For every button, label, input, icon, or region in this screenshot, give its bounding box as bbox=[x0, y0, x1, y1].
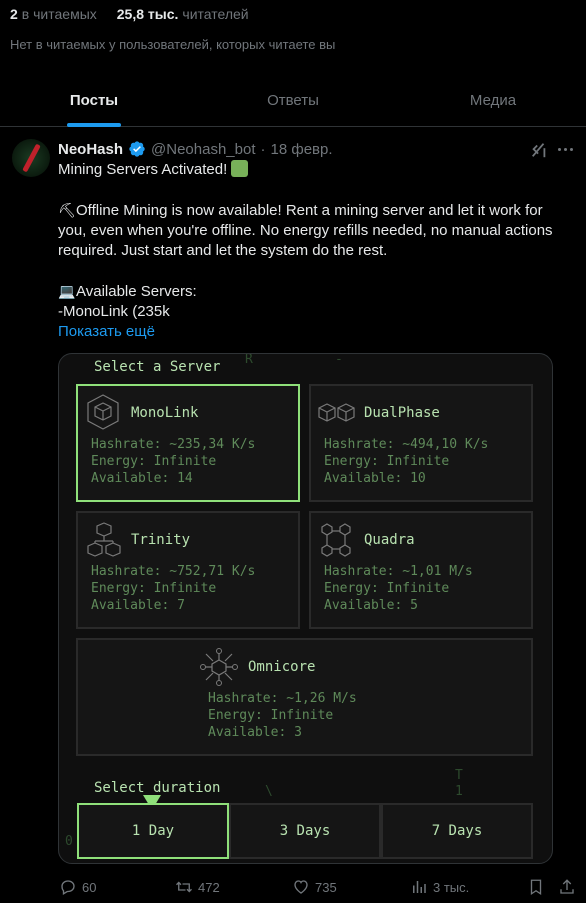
server-card-dualphase[interactable]: DualPhase Hashrate: ~494,10 K/s Energy: … bbox=[309, 384, 533, 502]
triple-cube-icon bbox=[87, 522, 121, 557]
pickaxe-emoji-icon: ⛏ bbox=[58, 202, 76, 218]
more-options-icon[interactable] bbox=[558, 148, 573, 151]
mutual-followers-note: Нет в читаемых у пользователей, которых … bbox=[10, 37, 336, 52]
bookmark-icon bbox=[530, 879, 542, 896]
author-handle[interactable]: @Neohash_bot bbox=[151, 141, 255, 158]
select-duration-heading: Select duration bbox=[94, 780, 221, 796]
green-square-icon bbox=[231, 160, 249, 177]
avatar[interactable] bbox=[12, 139, 50, 177]
server-card-quadra[interactable]: Quadra Hashrate: ~1,01 M/s Energy: Infin… bbox=[309, 511, 533, 629]
verified-badge-icon[interactable] bbox=[128, 140, 146, 158]
analytics-icon bbox=[413, 881, 426, 893]
post-header: NeoHash @Neohash_bot · 18 февр. bbox=[58, 140, 333, 158]
duration-1-day[interactable]: 1 Day bbox=[77, 803, 229, 859]
profile-stats: 2в читаемых 25,8 тыс. читателей bbox=[10, 6, 249, 22]
network-cube-icon bbox=[200, 648, 238, 686]
post-date[interactable]: 18 февр. bbox=[271, 141, 333, 158]
author-name[interactable]: NeoHash bbox=[58, 141, 123, 158]
reply-button[interactable]: 60 bbox=[59, 878, 96, 896]
tab-replies[interactable]: Ответы bbox=[258, 75, 328, 126]
followers-stat[interactable]: 25,8 тыс. читателей bbox=[117, 6, 249, 22]
show-more-link[interactable]: Показать ещё bbox=[58, 323, 155, 340]
laptop-emoji-icon: 💻 bbox=[58, 283, 76, 299]
hexagon-cube-icon bbox=[87, 394, 119, 430]
following-stat[interactable]: 2в читаемых bbox=[10, 6, 97, 22]
server-card-trinity[interactable]: Trinity Hashrate: ~752,71 K/s Energy: In… bbox=[76, 511, 300, 629]
like-button[interactable]: 735 bbox=[292, 878, 337, 896]
pickaxe-icon bbox=[22, 143, 41, 173]
tab-media[interactable]: Медиа bbox=[460, 75, 526, 126]
views-button[interactable]: 3 тыс. bbox=[410, 878, 469, 896]
server-card-monolink[interactable]: MonoLink Hashrate: ~235,34 K/s Energy: I… bbox=[76, 384, 300, 502]
select-server-heading: Select a Server bbox=[94, 359, 221, 375]
profile-tabs: Посты Ответы Медиа bbox=[0, 75, 586, 127]
share-icon bbox=[560, 879, 574, 894]
duration-3-days[interactable]: 3 Days bbox=[229, 803, 381, 859]
heart-icon bbox=[294, 880, 308, 894]
double-cube-icon bbox=[318, 403, 355, 422]
reply-icon bbox=[61, 880, 75, 895]
grok-icon[interactable] bbox=[530, 141, 548, 159]
quad-cube-icon bbox=[321, 523, 351, 557]
active-tab-indicator bbox=[67, 123, 121, 127]
repost-button[interactable]: 472 bbox=[175, 878, 220, 896]
share-button[interactable] bbox=[558, 878, 576, 896]
post-media-image[interactable]: R - T 1 \ 0 Select a Server MonoLink Has… bbox=[58, 353, 553, 864]
tab-posts[interactable]: Посты bbox=[67, 75, 121, 127]
post-actions: 60 472 735 3 тыс. bbox=[0, 870, 586, 903]
repost-icon bbox=[176, 881, 192, 893]
bookmark-button[interactable] bbox=[527, 878, 545, 896]
server-card-omnicore[interactable]: Omnicore Hashrate: ~1,26 M/s Energy: Inf… bbox=[76, 638, 533, 756]
post-text: Mining Servers Activated! ⛏Offline Minin… bbox=[58, 160, 553, 340]
duration-7-days[interactable]: 7 Days bbox=[381, 803, 533, 859]
